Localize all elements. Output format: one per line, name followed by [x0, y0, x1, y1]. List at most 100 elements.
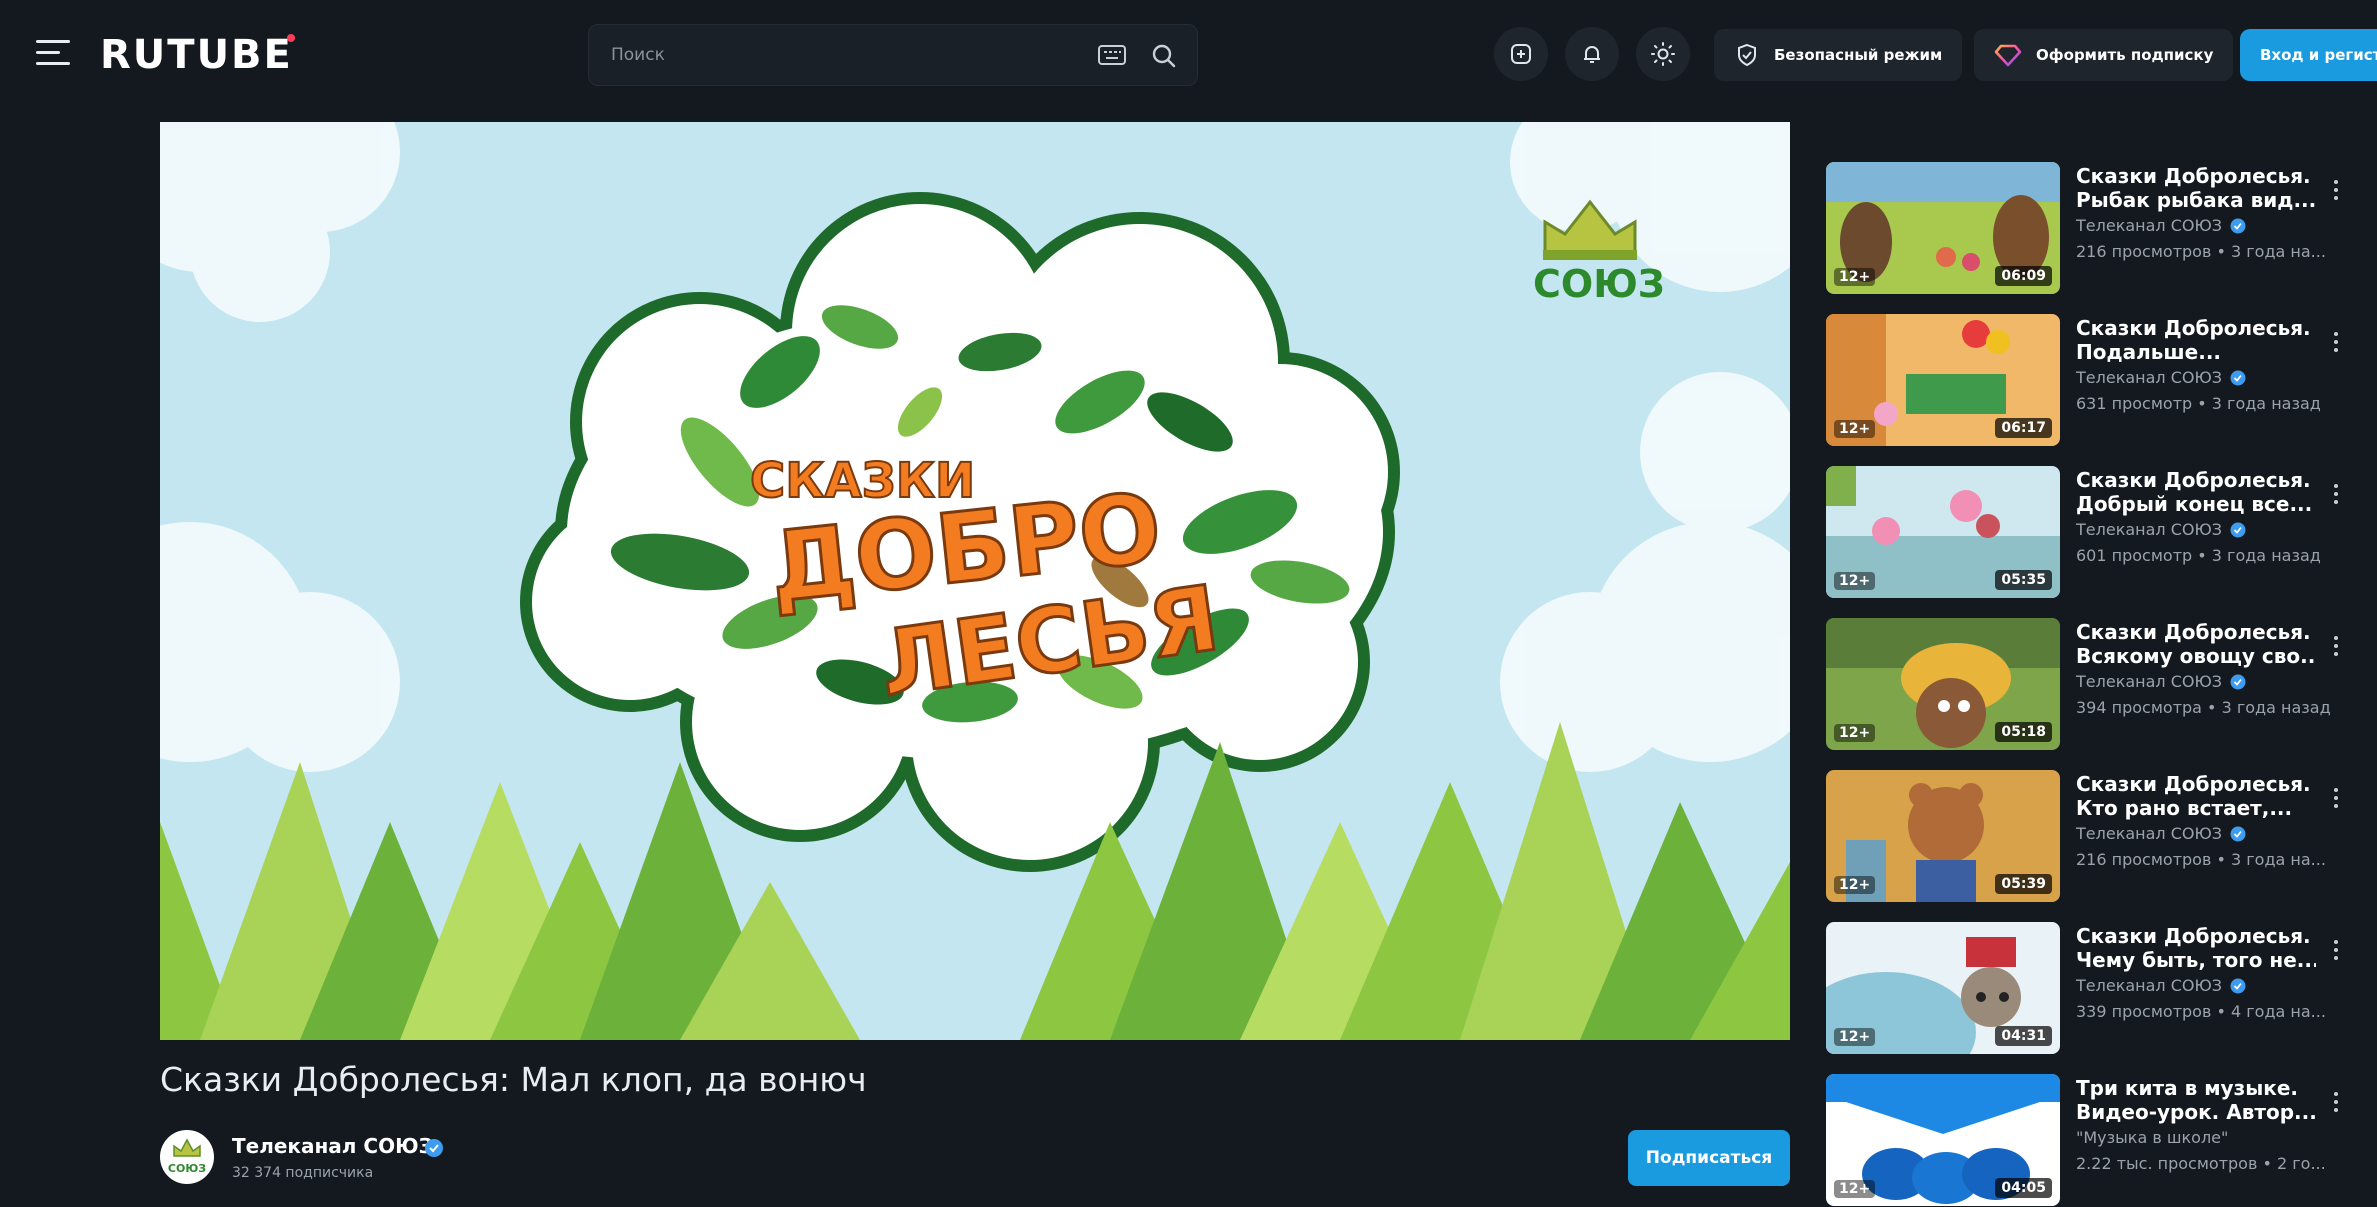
recommendation-title-line1: Три кита в музыке. [2076, 1076, 2299, 1100]
recommendation-card[interactable]: 12+ 05:35 Сказки Добролесья. Добрый конец в… [1826, 466, 2377, 598]
recommendation-title[interactable]: Сказки Добролесья. Всякому овощу сво... [2076, 620, 2316, 668]
recommendation-channel[interactable]: "Музыка в школе" [2076, 1128, 2228, 1147]
verified-icon [425, 1139, 443, 1157]
search-icon[interactable] [1149, 41, 1179, 71]
channel-watermark: СОЮЗ [1533, 262, 1665, 306]
verified-icon [2230, 218, 2246, 233]
recommendation-title[interactable]: Три кита в музыке. Видео-урок. Автор... [2076, 1076, 2316, 1124]
recommendation-title-line2: Кто рано встает,... [2076, 796, 2293, 820]
subscribe-button[interactable]: Подписаться [1628, 1130, 1790, 1186]
duration-badge: 05:35 [1995, 570, 2052, 590]
theme-toggle-button[interactable] [1636, 27, 1690, 81]
verified-icon [2230, 978, 2246, 993]
recommendation-channel[interactable]: Телеканал СОЮЗ [2076, 216, 2246, 235]
recommendation-card[interactable]: 12+ 06:17 Сказки Добролесья. Подальше... Тел… [1826, 314, 2377, 446]
subscriber-count: 32 374 подписчика [232, 1165, 374, 1181]
recommendation-channel[interactable]: Телеканал СОЮЗ [2076, 672, 2246, 691]
recommendation-channel-name: "Музыка в школе" [2076, 1128, 2229, 1147]
recommendation-channel-name: Телеканал СОЮЗ [2076, 216, 2223, 235]
video-title: Сказки Добролесья: Мал клоп, да вонюч [160, 1060, 867, 1099]
notifications-button[interactable] [1565, 27, 1619, 81]
age-rating-badge: 12+ [1834, 572, 1876, 590]
duration-badge: 06:09 [1995, 266, 2052, 286]
recommendation-channel-name: Телеканал СОЮЗ [2076, 824, 2223, 843]
recommendation-title-line1: Сказки Добролесья. [2076, 924, 2311, 948]
duration-badge: 05:18 [1995, 722, 2052, 742]
recommendation-channel[interactable]: Телеканал СОЮЗ [2076, 368, 2246, 387]
shield-check-icon [1738, 43, 1756, 67]
more-options-icon[interactable] [2326, 628, 2346, 664]
recommendation-card[interactable]: 12+ 06:09 Сказки Добролесья. Рыбак рыбака в… [1826, 162, 2377, 294]
duration-badge: 06:17 [1995, 418, 2052, 438]
duration-badge: 04:05 [1995, 1178, 2052, 1198]
recommendation-channel-name: Телеканал СОЮЗ [2076, 672, 2223, 691]
recommendation-channel-name: Телеканал СОЮЗ [2076, 976, 2223, 995]
bell-icon [1584, 46, 1600, 63]
age-rating-badge: 12+ [1834, 724, 1876, 742]
recommendation-title-line2: Рыбак рыбака вид... [2076, 188, 2316, 212]
search-input[interactable] [611, 25, 1071, 85]
video-frame: СКАЗКИ ДОБРО ЛЕСЬЯ [160, 122, 1790, 1040]
recommendation-meta: 2.22 тыс. просмотров • 2 го... [2076, 1154, 2326, 1173]
age-rating-badge: 12+ [1834, 420, 1876, 438]
age-rating-badge: 12+ [1834, 1180, 1876, 1198]
duration-badge: 05:39 [1995, 874, 2052, 894]
recommendation-title[interactable]: Сказки Добролесья. Подальше... [2076, 316, 2316, 364]
login-button[interactable]: Вход и регистр [2240, 29, 2377, 81]
recommendation-meta: 339 просмотров • 4 года на... [2076, 1002, 2326, 1021]
recommendation-title[interactable]: Сказки Добролесья. Рыбак рыбака вид... [2076, 164, 2316, 212]
recommendation-channel[interactable]: Телеканал СОЮЗ [2076, 824, 2246, 843]
video-player[interactable]: СКАЗКИ ДОБРО ЛЕСЬЯ СОЮЗ [160, 122, 1790, 1040]
video-thumbnail[interactable]: 12+ 04:05 [1826, 1074, 2060, 1206]
recommendation-meta: 631 просмотр • 3 года назад [2076, 394, 2321, 413]
recommendation-title-line2: Всякому овощу сво... [2076, 644, 2316, 668]
recommendation-card[interactable]: 12+ 05:39 Сказки Добролесья. Кто рано встае… [1826, 770, 2377, 902]
more-options-icon[interactable] [2326, 476, 2346, 512]
recommendation-meta: 601 просмотр • 3 года назад [2076, 546, 2321, 565]
verified-icon [2230, 674, 2246, 689]
recommendation-card[interactable]: 12+ 05:18 Сказки Добролесья. Всякому овощу … [1826, 618, 2377, 750]
rutube-logo[interactable]: RUTUBE [100, 32, 293, 78]
search-bar [588, 24, 1198, 86]
verified-icon [2230, 826, 2246, 841]
soyuz-logo-icon: СОЮЗ [168, 1138, 206, 1175]
more-options-icon[interactable] [2326, 172, 2346, 208]
recommendation-meta: 394 просмотра • 3 года назад [2076, 698, 2331, 717]
sun-icon [1651, 42, 1675, 66]
recommendation-meta: 216 просмотров • 3 года на... [2076, 242, 2326, 261]
more-options-icon[interactable] [2326, 780, 2346, 816]
more-options-icon[interactable] [2326, 1084, 2346, 1120]
age-rating-badge: 12+ [1834, 876, 1876, 894]
keyboard-icon[interactable] [1097, 43, 1127, 67]
subscribe-plan-button[interactable]: Оформить подписку [1974, 29, 2234, 81]
verified-icon [2230, 522, 2246, 537]
video-thumbnail[interactable]: 12+ 06:17 [1826, 314, 2060, 446]
verified-icon [2230, 370, 2246, 385]
recommendation-channel[interactable]: Телеканал СОЮЗ [2076, 520, 2246, 539]
recommendation-title-line2: Подальше... [2076, 340, 2222, 364]
channel-avatar[interactable]: СОЮЗ [160, 1130, 214, 1184]
recommendation-card[interactable]: 12+ 04:31 Сказки Добролесья. Чему быть, тог… [1826, 922, 2377, 1054]
safe-mode-button[interactable]: Безопасный режим [1714, 29, 1963, 81]
recommendation-title-line2: Видео-урок. Автор... [2076, 1100, 2316, 1124]
safe-mode-label: Безопасный режим [1774, 46, 1943, 64]
menu-icon[interactable] [36, 40, 70, 66]
recommendation-title-line2: Добрый конец все... [2076, 492, 2313, 516]
recommendation-title[interactable]: Сказки Добролесья. Кто рано встает,... [2076, 772, 2316, 820]
upload-button[interactable] [1494, 27, 1548, 81]
video-thumbnail[interactable]: 12+ 05:35 [1826, 466, 2060, 598]
video-thumbnail[interactable]: 12+ 04:31 [1826, 922, 2060, 1054]
recommendation-title[interactable]: Сказки Добролесья. Добрый конец все... [2076, 468, 2316, 516]
recommendation-meta: 216 просмотров • 3 года на... [2076, 850, 2326, 869]
age-rating-badge: 12+ [1834, 1028, 1876, 1046]
video-thumbnail[interactable]: 12+ 05:18 [1826, 618, 2060, 750]
recommendation-channel[interactable]: Телеканал СОЮЗ [2076, 976, 2246, 995]
recommendation-title[interactable]: Сказки Добролесья. Чему быть, того не... [2076, 924, 2316, 972]
more-options-icon[interactable] [2326, 932, 2346, 968]
video-thumbnail[interactable]: 12+ 06:09 [1826, 162, 2060, 294]
video-thumbnail[interactable]: 12+ 05:39 [1826, 770, 2060, 902]
channel-name[interactable]: Телеканал СОЮЗ [232, 1134, 433, 1158]
recommendation-card[interactable]: 12+ 04:05 Три кита в музыке. Видео-урок. Ав… [1826, 1074, 2377, 1206]
recommendation-channel-name: Телеканал СОЮЗ [2076, 520, 2223, 539]
more-options-icon[interactable] [2326, 324, 2346, 360]
